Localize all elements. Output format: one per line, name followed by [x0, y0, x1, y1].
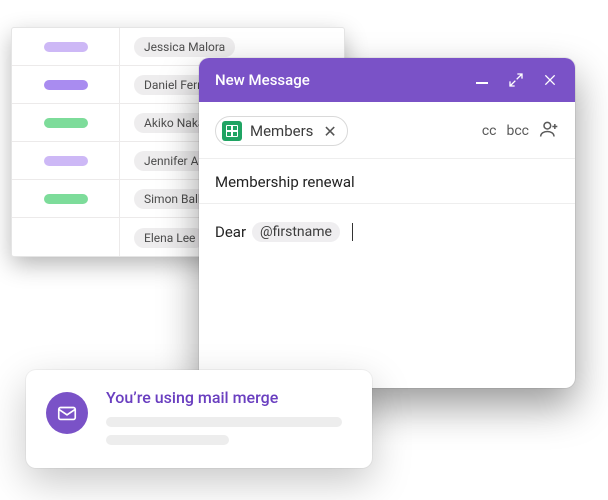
add-recipient-button[interactable]	[539, 119, 559, 143]
mail-icon	[56, 402, 78, 424]
mail-merge-toast: You’re using mail merge	[26, 370, 372, 468]
recipients-row[interactable]: Members ✕ cc bcc	[199, 102, 575, 159]
recipient-chip-label: Members	[250, 122, 313, 140]
expand-icon	[508, 72, 524, 88]
close-button[interactable]	[541, 71, 559, 89]
compose-title: New Message	[215, 71, 310, 89]
name-cell: Jessica Malora	[120, 36, 344, 57]
person-add-icon	[539, 119, 559, 139]
toast-placeholder-line	[106, 435, 229, 445]
subject-text: Membership renewal	[215, 173, 355, 191]
status-cell	[12, 142, 120, 179]
toast-title: You’re using mail merge	[106, 388, 352, 407]
expand-button[interactable]	[507, 71, 525, 89]
toast-body: You’re using mail merge	[106, 388, 352, 453]
body-prefix: Dear	[215, 223, 246, 241]
compose-body[interactable]: Dear @firstname	[199, 204, 575, 260]
minimize-button[interactable]	[473, 71, 491, 89]
status-cell	[12, 218, 120, 256]
remove-recipient-button[interactable]: ✕	[321, 122, 338, 141]
status-pill	[44, 42, 88, 52]
toast-placeholder-line	[106, 417, 342, 427]
compose-header: New Message	[199, 58, 575, 102]
status-pill	[44, 194, 88, 204]
name-chip: Jessica Malora	[134, 37, 235, 57]
status-cell	[12, 104, 120, 141]
status-pill	[44, 156, 88, 166]
status-cell	[12, 180, 120, 217]
subject-field[interactable]: Membership renewal	[199, 159, 575, 204]
close-icon	[542, 72, 558, 88]
minimize-icon	[476, 82, 488, 84]
cc-button[interactable]: cc	[482, 123, 497, 139]
status-cell	[12, 28, 120, 65]
name-chip: Elena Lee	[134, 228, 205, 248]
recipient-chip[interactable]: Members ✕	[215, 116, 348, 146]
status-pill	[44, 80, 88, 90]
sheets-icon	[222, 121, 242, 141]
status-cell	[12, 66, 120, 103]
text-cursor	[352, 223, 353, 241]
merge-tag: @firstname	[252, 222, 340, 242]
status-pill	[44, 118, 88, 128]
bcc-button[interactable]: bcc	[506, 123, 529, 139]
compose-window: New Message Members ✕ cc bcc Membership …	[199, 58, 575, 388]
mail-merge-icon-circle	[46, 392, 88, 434]
